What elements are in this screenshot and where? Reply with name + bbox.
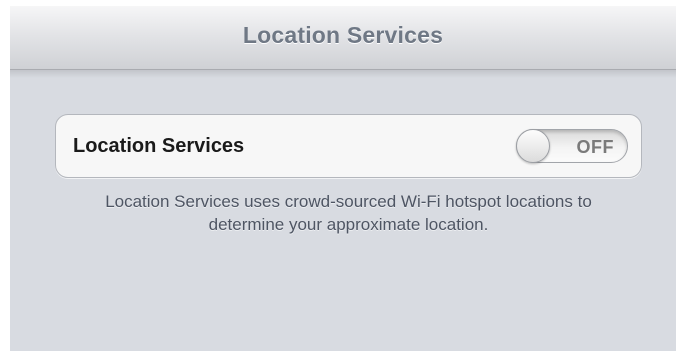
toggle-state-label: OFF [576,137,614,157]
location-services-toggle[interactable]: OFF [516,129,628,163]
location-services-description: Location Services uses crowd-sourced Wi-… [105,192,592,234]
location-services-label: Location Services [73,135,245,157]
navbar-shadow [10,70,676,78]
settings-screen: Location Services Location Services OFF … [10,6,676,351]
toggle-knob[interactable] [516,129,550,163]
navigation-bar: Location Services [10,6,676,70]
page-title: Location Services [242,22,444,48]
location-services-row: Location Services OFF [55,114,642,178]
